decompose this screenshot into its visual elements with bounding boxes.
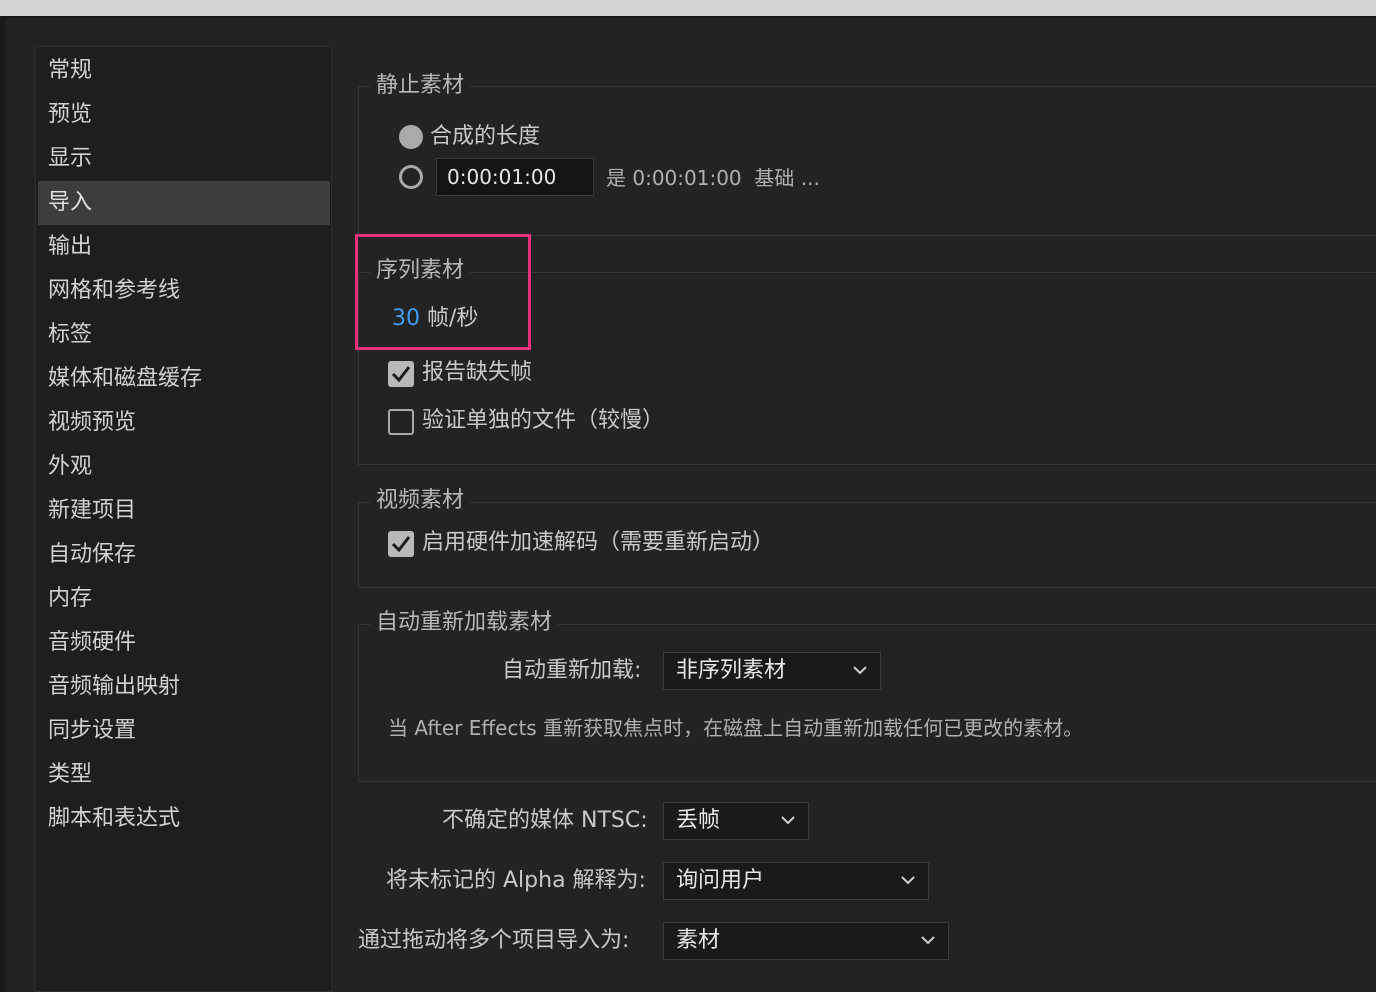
- auto-reload-description: 当 After Effects 重新获取焦点时，在磁盘上自动重新加载任何已更改的…: [388, 716, 1084, 740]
- drag-import-label: 通过拖动将多个项目导入为:: [358, 928, 630, 953]
- chevron-down-icon: [901, 876, 915, 885]
- comp-length-label: 合成的长度: [430, 124, 541, 149]
- preferences-sidebar: 常规 预览 显示 导入 输出 网格和参考线 标签 媒体和磁盘缓存 视频预览 外观…: [35, 46, 332, 992]
- sidebar-item-grids-guides[interactable]: 网格和参考线: [38, 269, 330, 313]
- drag-import-value: 素材: [676, 928, 721, 953]
- window-top-bar: [0, 0, 1376, 16]
- auto-reload-value: 非序列素材: [676, 658, 787, 683]
- checkmark-icon: [391, 366, 411, 383]
- hw-decode-checkbox[interactable]: [388, 531, 414, 557]
- auto-reload-select[interactable]: 非序列素材: [663, 652, 881, 690]
- duration-note: 是 0:00:01:00 基础 ...: [606, 164, 820, 192]
- sidebar-item-labels[interactable]: 标签: [38, 313, 330, 357]
- verify-files-checkbox[interactable]: [388, 409, 414, 435]
- sidebar-item-import[interactable]: 导入: [38, 181, 330, 225]
- highlight-box: [355, 234, 531, 350]
- sidebar-item-output[interactable]: 输出: [38, 225, 330, 269]
- sidebar-item-type[interactable]: 类型: [38, 753, 330, 797]
- duration-note-suffix: 基础 ...: [754, 166, 820, 190]
- video-footage-title: 视频素材: [370, 487, 471, 515]
- sidebar-item-media-disk-cache[interactable]: 媒体和磁盘缓存: [38, 357, 330, 401]
- alpha-select[interactable]: 询问用户: [663, 862, 929, 900]
- auto-reload-label: 自动重新加载:: [502, 658, 642, 683]
- checkmark-icon: [391, 536, 411, 553]
- chevron-down-icon: [853, 666, 867, 675]
- sidebar-item-previews[interactable]: 预览: [38, 93, 330, 137]
- sidebar-item-appearance[interactable]: 外观: [38, 445, 330, 489]
- hw-decode-label: 启用硬件加速解码（需要重新启动）: [422, 530, 775, 555]
- chevron-down-icon: [921, 936, 935, 945]
- sidebar-item-memory[interactable]: 内存: [38, 577, 330, 621]
- sidebar-item-scripting-expressions[interactable]: 脚本和表达式: [38, 797, 330, 841]
- ntsc-label: 不确定的媒体 NTSC:: [442, 808, 648, 833]
- sidebar-item-sync-settings[interactable]: 同步设置: [38, 709, 330, 753]
- still-footage-title: 静止素材: [370, 72, 471, 100]
- auto-reload-group: [358, 624, 1376, 782]
- sidebar-item-audio-hardware[interactable]: 音频硬件: [38, 621, 330, 665]
- chevron-down-icon: [781, 816, 795, 825]
- report-missing-checkbox[interactable]: [388, 361, 414, 387]
- sidebar-item-video-preview[interactable]: 视频预览: [38, 401, 330, 445]
- alpha-value: 询问用户: [676, 868, 765, 893]
- report-missing-label: 报告缺失帧: [422, 360, 533, 385]
- alpha-label: 将未标记的 Alpha 解释为:: [386, 868, 646, 893]
- duration-radio[interactable]: [399, 165, 423, 189]
- sidebar-list: 常规 预览 显示 导入 输出 网格和参考线 标签 媒体和磁盘缓存 视频预览 外观…: [38, 49, 330, 841]
- duration-input[interactable]: 0:00:01:00: [436, 158, 594, 196]
- top-bar-shadow: [0, 16, 1376, 18]
- auto-reload-title: 自动重新加载素材: [370, 609, 559, 637]
- duration-note-prefix: 是 0:00:01:00: [606, 166, 742, 190]
- sidebar-item-general[interactable]: 常规: [38, 49, 330, 93]
- sidebar-item-auto-save[interactable]: 自动保存: [38, 533, 330, 577]
- window-left-edge: [0, 18, 6, 992]
- sidebar-item-new-project[interactable]: 新建项目: [38, 489, 330, 533]
- ntsc-select[interactable]: 丢帧: [663, 802, 809, 840]
- sidebar-item-audio-output-mapping[interactable]: 音频输出映射: [38, 665, 330, 709]
- ntsc-value: 丢帧: [676, 808, 721, 833]
- drag-import-select[interactable]: 素材: [663, 922, 949, 960]
- verify-files-label: 验证单独的文件（较慢）: [422, 408, 665, 433]
- sidebar-item-display[interactable]: 显示: [38, 137, 330, 181]
- comp-length-radio[interactable]: [399, 125, 423, 149]
